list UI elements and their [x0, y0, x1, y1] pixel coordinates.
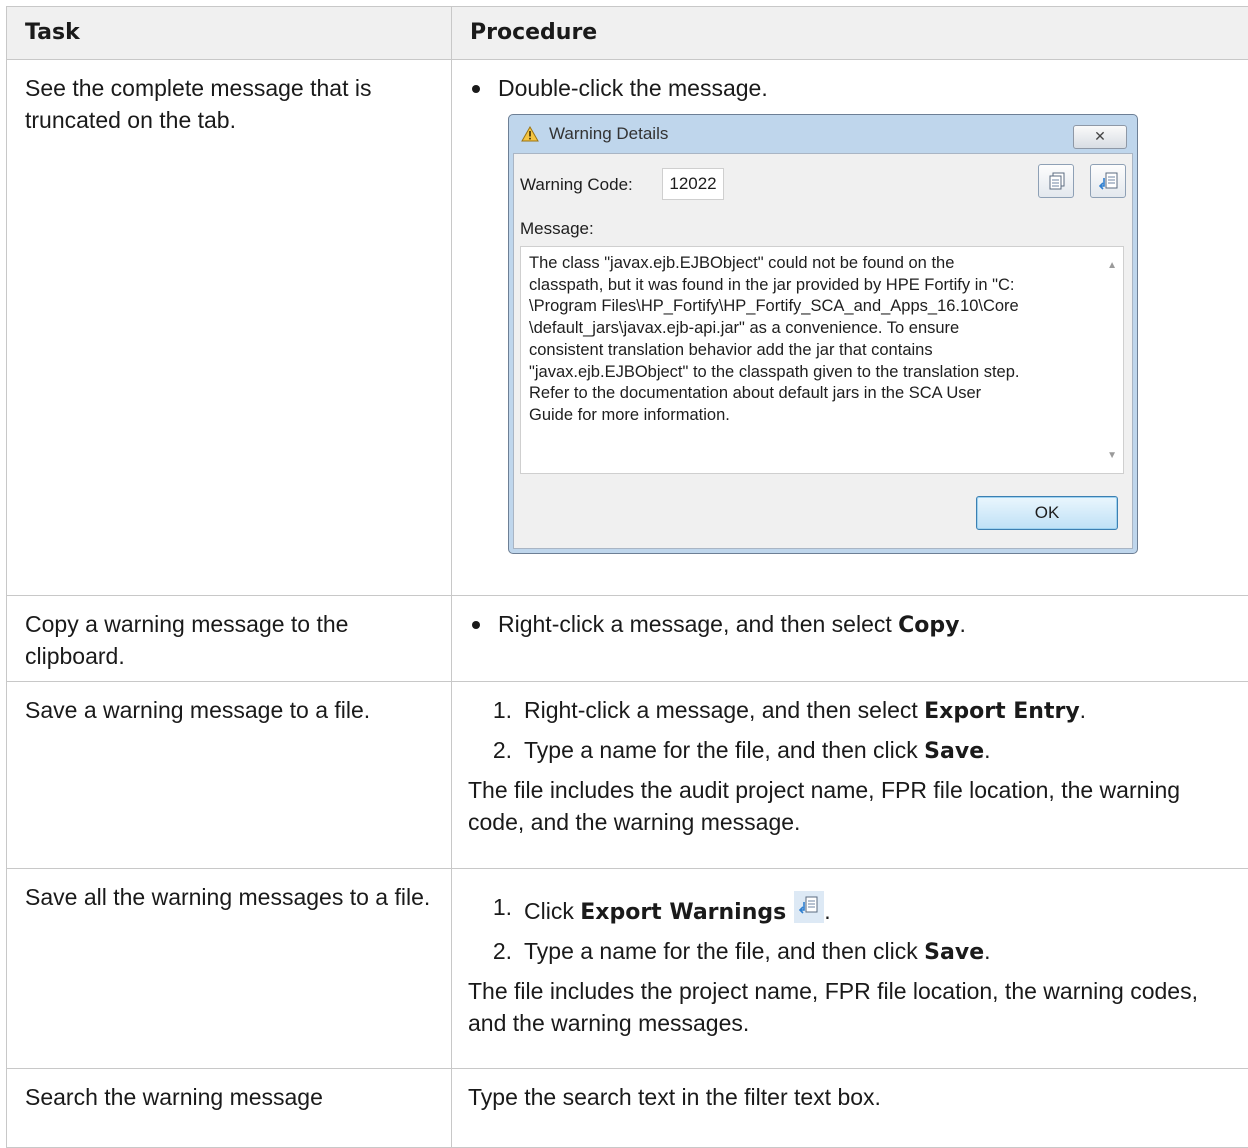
step-number: 1. — [468, 891, 524, 923]
procedure-cell: 1. Click Export Warnings. 2. Type a name… — [452, 869, 1248, 1069]
step-text: Type a name for the file, and then click… — [524, 734, 991, 768]
list-item: Double-click the message. — [468, 72, 1242, 104]
copy-command: Copy — [898, 613, 959, 638]
step-text-pre: Type a name for the file, and then click — [524, 737, 924, 763]
save-command: Save — [924, 940, 984, 965]
message-line: The class "javax.ejb.EJBObject" could no… — [529, 253, 1093, 275]
copy-icon — [1047, 171, 1067, 191]
warning-code-field[interactable]: 12022 — [662, 168, 724, 200]
message-line: Refer to the documentation about default… — [529, 383, 1093, 405]
table-row: Search the warning message Type the sear… — [7, 1069, 1248, 1148]
procedure-cell: Right-click a message, and then select C… — [452, 596, 1248, 682]
step-text-pre: Type a name for the file, and then click — [524, 938, 924, 964]
step-text-pre: Right-click a message, and then select — [524, 697, 924, 723]
close-icon: ✕ — [1094, 128, 1106, 144]
copy-button[interactable] — [1038, 164, 1074, 198]
step-text-post: . — [984, 737, 990, 763]
procedure-cell: Double-click the message. Warning Detail… — [452, 60, 1248, 596]
step-number: 2. — [468, 734, 524, 766]
message-line: \default_jars\javax.ejb-api.jar" as a co… — [529, 318, 1093, 340]
bullet-text: Double-click the message. — [498, 72, 768, 104]
export-warnings-command: Export Warnings — [580, 900, 786, 925]
message-line: \Program Files\HP_Fortify\HP_Fortify_SCA… — [529, 296, 1093, 318]
close-button[interactable]: ✕ — [1073, 125, 1127, 149]
list-item: 1. Click Export Warnings. — [468, 891, 1242, 929]
bullet-icon — [472, 621, 480, 629]
list-item: 1. Right-click a message, and then selec… — [468, 694, 1242, 728]
procedure-cell: Type the search text in the filter text … — [452, 1069, 1248, 1148]
message-line: classpath, but it was found in the jar p… — [529, 275, 1093, 297]
dialog-title: Warning Details — [549, 123, 668, 145]
header-procedure: Procedure — [452, 7, 1248, 60]
bullet-icon — [472, 85, 480, 93]
ok-button[interactable]: OK — [976, 496, 1118, 530]
note-text: The file includes the project name, FPR … — [468, 975, 1242, 1039]
warning-code-label: Warning Code: — [520, 174, 633, 196]
export-warnings-icon — [1099, 171, 1119, 191]
table-header-row: Task Procedure — [7, 7, 1248, 60]
dialog-title-bar: Warning Details ✕ — [517, 123, 1129, 145]
list-item: 2. Type a name for the file, and then cl… — [468, 734, 1242, 768]
task-cell: Save a warning message to a file. — [7, 682, 452, 869]
message-label: Message: — [520, 218, 594, 240]
table-row: Copy a warning message to the clipboard.… — [7, 596, 1248, 682]
task-procedure-table: Task Procedure See the complete message … — [6, 6, 1248, 1148]
task-cell: Copy a warning message to the clipboard. — [7, 596, 452, 682]
step-number: 1. — [468, 694, 524, 726]
list-item: Right-click a message, and then select C… — [468, 608, 1242, 642]
export-warnings-button[interactable] — [1090, 164, 1126, 198]
note-text: The file includes the audit project name… — [468, 774, 1242, 838]
message-line: consistent translation behavior add the … — [529, 340, 1093, 362]
step-number: 2. — [468, 935, 524, 967]
scroll-up-icon[interactable]: ▲ — [1107, 255, 1117, 277]
task-cell: See the complete message that is truncat… — [7, 60, 452, 596]
step-text: Right-click a message, and then select E… — [524, 694, 1086, 728]
table-row: See the complete message that is truncat… — [7, 60, 1248, 596]
task-cell: Search the warning message — [7, 1069, 452, 1148]
message-line: Guide for more information. — [529, 405, 1093, 427]
export-entry-command: Export Entry — [924, 699, 1080, 724]
step-text: Type a name for the file, and then click… — [524, 935, 991, 969]
procedure-cell: 1. Right-click a message, and then selec… — [452, 682, 1248, 869]
table-row: Save all the warning messages to a file.… — [7, 869, 1248, 1069]
warning-details-dialog: Warning Details ✕ Warning Code: 12022 — [508, 114, 1138, 554]
step-text: Click Export Warnings. — [524, 891, 831, 929]
save-command: Save — [924, 739, 984, 764]
dialog-body: Warning Code: 12022 Message: The class "… — [513, 153, 1133, 549]
header-task: Task — [7, 7, 452, 60]
task-cell: Save all the warning messages to a file. — [7, 869, 452, 1069]
message-textarea[interactable]: The class "javax.ejb.EJBObject" could no… — [520, 246, 1124, 474]
step-text-post: . — [824, 898, 830, 924]
table-row: Save a warning message to a file. 1. Rig… — [7, 682, 1248, 869]
export-warnings-icon — [794, 891, 824, 923]
step-text-post: . — [984, 938, 990, 964]
step-text-pre: Click — [524, 898, 580, 924]
message-line: "javax.ejb.EJBObject" to the classpath g… — [529, 362, 1093, 384]
bullet-text-pre: Right-click a message, and then select — [498, 611, 898, 637]
step-text-post: . — [1080, 697, 1086, 723]
bullet-text-post: . — [960, 611, 966, 637]
scroll-down-icon[interactable]: ▼ — [1107, 445, 1117, 467]
warning-icon — [521, 126, 539, 148]
list-item: 2. Type a name for the file, and then cl… — [468, 935, 1242, 969]
bullet-text: Right-click a message, and then select C… — [498, 608, 966, 642]
